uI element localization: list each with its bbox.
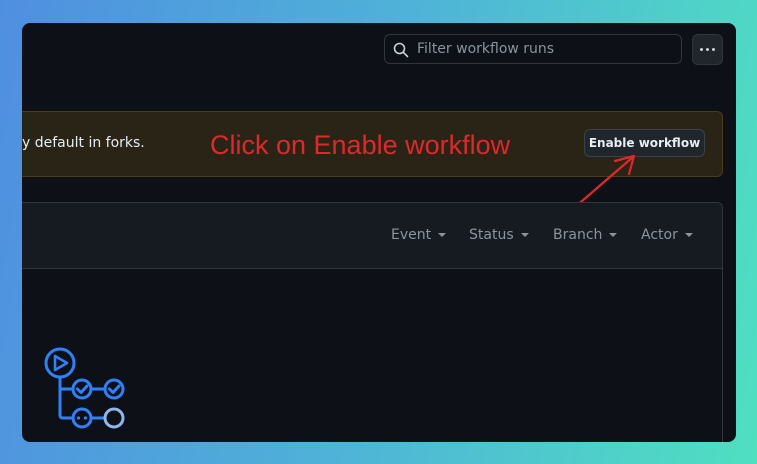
search-placeholder[interactable]: Filter workflow runs (417, 41, 554, 57)
banner-message: y default in forks. (22, 135, 145, 151)
chevron-down-icon (520, 233, 529, 237)
status-filter-label: Status (469, 227, 514, 243)
filter-runs-search[interactable]: Filter workflow runs (384, 34, 682, 64)
enable-workflow-button[interactable]: Enable workflow (584, 129, 705, 157)
status-filter[interactable]: Status (469, 227, 529, 243)
event-filter-label: Event (391, 227, 432, 243)
disabled-workflow-banner: y default in forks. Click on Enable work… (22, 111, 723, 177)
more-options-button[interactable] (692, 34, 723, 65)
kebab-dot (706, 48, 709, 51)
branch-filter[interactable]: Branch (553, 227, 618, 243)
event-filter[interactable]: Event (391, 227, 447, 243)
actor-filter[interactable]: Actor (641, 227, 693, 243)
workflow-runs-panel: Event Status Branch Actor (22, 202, 723, 442)
actor-filter-label: Actor (641, 227, 678, 243)
chevron-down-icon (438, 233, 447, 237)
annotation-text: Click on Enable workflow (210, 130, 511, 160)
chevron-down-icon (684, 233, 693, 237)
runs-filter-bar: Event Status Branch Actor (22, 203, 722, 269)
kebab-dot (712, 48, 715, 51)
kebab-dot (700, 48, 703, 51)
chevron-down-icon (609, 233, 618, 237)
workflow-illustration-icon (44, 347, 125, 429)
search-icon (393, 42, 409, 58)
branch-filter-label: Branch (553, 227, 603, 243)
app-window: Filter workflow runs y default in forks.… (22, 23, 736, 442)
